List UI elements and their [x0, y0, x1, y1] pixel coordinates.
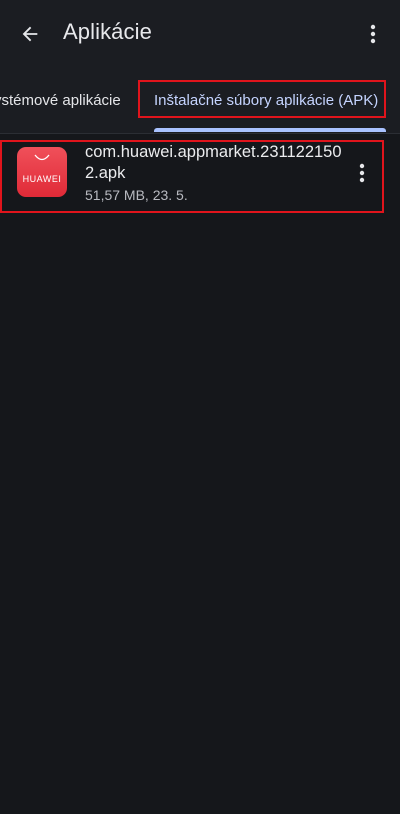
file-size-date: 51,57 MB, 23. 5.	[85, 187, 188, 203]
overflow-menu-button[interactable]	[356, 16, 390, 52]
huawei-appgallery-icon: HUAWEI	[17, 147, 67, 197]
app-screen: Aplikácie Systémové aplikácie Inštalačné…	[0, 0, 400, 814]
tab-bar: Systémové aplikácie Inštalačné súbory ap…	[0, 68, 400, 134]
file-name: com.huawei.appmarket.2311221502.apk	[85, 143, 342, 182]
tab-apk-installers[interactable]: Inštalačné súbory aplikácie (APK)	[154, 92, 378, 109]
back-button[interactable]	[12, 16, 48, 52]
top-app-bar: Aplikácie	[0, 0, 400, 68]
tab-system-apps[interactable]: Systémové aplikácie	[0, 92, 121, 109]
shopping-bag-icon	[34, 154, 50, 161]
more-vert-icon	[370, 24, 376, 44]
tab-divider	[0, 133, 400, 134]
file-more-button[interactable]	[350, 158, 374, 188]
more-vert-icon	[359, 163, 365, 183]
icon-brand-label: HUAWEI	[22, 174, 62, 184]
tab-selected-indicator	[154, 128, 386, 132]
page-title: Aplikácie	[63, 19, 152, 44]
arrow-left-icon	[22, 26, 38, 42]
